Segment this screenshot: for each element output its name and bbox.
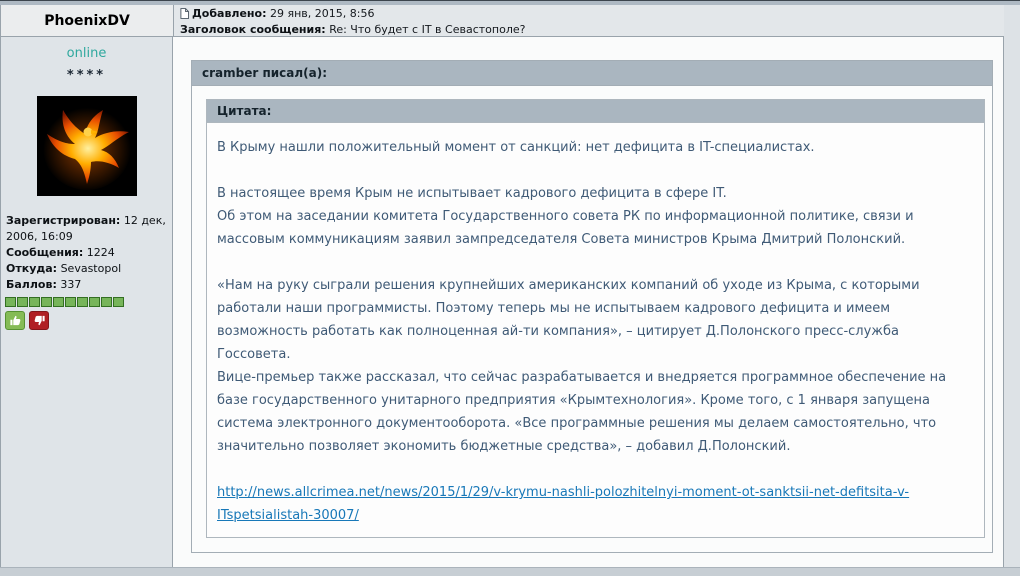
forum-post-table: PhoenixDV Добавлено: 29 янв, 2015, 8:56 …	[0, 5, 1004, 567]
rating-square	[113, 297, 124, 307]
rating-square	[53, 297, 64, 307]
rating-square	[5, 297, 16, 307]
from-value: Sevastopol	[60, 262, 122, 275]
avatar	[36, 96, 137, 196]
messages-value: 1224	[86, 246, 115, 259]
posted-label: Добавлено:	[192, 7, 267, 20]
posted-value: 29 янв, 2015, 8:56	[270, 7, 375, 20]
online-status: online	[66, 46, 107, 61]
rating-square	[17, 297, 28, 307]
vote-buttons	[1, 311, 172, 330]
post-subject-cell: Добавлено: 29 янв, 2015, 8:56 Заголовок …	[174, 5, 1004, 36]
rank-stars: ****	[66, 68, 107, 83]
post-content-cell: cramber писал(а): Цитата: В Крыму нашли …	[173, 37, 1004, 567]
quote-paragraphs: В Крыму нашли положительный момент от са…	[217, 136, 974, 458]
bottom-bar	[0, 567, 1020, 576]
rating-square	[89, 297, 100, 307]
registered-label: Зарегистрирован:	[6, 214, 121, 227]
user-sidebar: online **** Зарегистрирован: 12 дек, 200…	[1, 37, 173, 567]
outer-quote-body: Цитата: В Крыму нашли положительный моме…	[192, 86, 992, 552]
subject-value: Re: Что будет с IT в Севастополе?	[329, 23, 526, 36]
post-author: PhoenixDV	[1, 5, 174, 36]
user-info: Зарегистрирован: 12 дек, 2006, 16:09 Соо…	[1, 213, 172, 293]
from-label: Откуда:	[6, 262, 58, 275]
thumbs-down-icon[interactable]	[29, 311, 49, 330]
quote-paragraph: В Крыму нашли положительный момент от са…	[217, 140, 815, 155]
points-value: 337	[60, 278, 82, 291]
post-header-row: PhoenixDV Добавлено: 29 янв, 2015, 8:56 …	[1, 5, 1004, 37]
rating-square	[41, 297, 52, 307]
post-page-icon	[180, 8, 189, 23]
thumbs-up-icon[interactable]	[5, 311, 25, 330]
outer-quote-block: cramber писал(а): Цитата: В Крыму нашли …	[191, 60, 993, 553]
quote-link[interactable]: http://news.allcrimea.net/news/2015/1/29…	[217, 481, 974, 527]
points-label: Баллов:	[6, 278, 57, 291]
inner-quote-body: В Крыму нашли положительный момент от са…	[207, 123, 984, 537]
rating-square	[77, 297, 88, 307]
subject-line: Заголовок сообщения: Re: Что будет с IT …	[180, 23, 998, 37]
inner-quote-block: Цитата: В Крыму нашли положительный моме…	[206, 99, 985, 538]
outer-quote-header: cramber писал(а):	[192, 61, 992, 86]
quote-paragraph: В настоящее время Крым не испытывает кад…	[217, 186, 914, 247]
quote-paragraph: «Нам на руку сыграли решения крупнейших …	[217, 278, 947, 454]
rating-square	[65, 297, 76, 307]
post-body-row: online **** Зарегистрирован: 12 дек, 200…	[1, 37, 1004, 567]
inner-quote-header: Цитата:	[207, 100, 984, 123]
rating-square	[29, 297, 40, 307]
rating-bar	[1, 297, 172, 307]
posted-line: Добавлено: 29 янв, 2015, 8:56	[180, 7, 998, 23]
subject-label: Заголовок сообщения:	[180, 23, 326, 36]
messages-label: Сообщения:	[6, 246, 84, 259]
rating-square	[101, 297, 112, 307]
